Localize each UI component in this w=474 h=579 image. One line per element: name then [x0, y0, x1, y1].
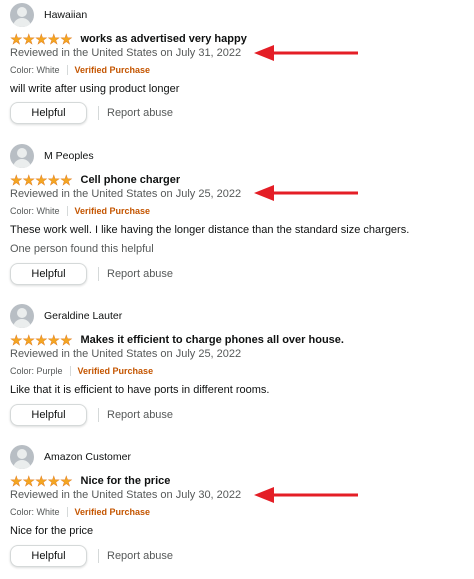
star-icon: ★: [10, 473, 23, 489]
divider: [98, 548, 99, 563]
divider: [98, 266, 99, 281]
reviewer-name: Amazon Customer: [44, 451, 131, 463]
product-variant[interactable]: Color: White: [10, 206, 60, 216]
star-rating[interactable]: ★ ★ ★ ★ ★: [10, 333, 73, 347]
star-icon: ★: [35, 332, 48, 348]
review-title[interactable]: works as advertised very happy: [81, 33, 247, 45]
avatar-icon: [10, 445, 34, 469]
product-variant[interactable]: Color: Purple: [10, 366, 63, 376]
report-abuse-link[interactable]: Report abuse: [107, 409, 173, 421]
star-icon: ★: [47, 332, 61, 348]
star-icon: ★: [35, 473, 48, 489]
review-title[interactable]: Cell phone charger: [81, 174, 181, 186]
avatar-icon: [10, 3, 34, 27]
star-rating[interactable]: ★ ★ ★ ★ ★: [10, 173, 73, 187]
avatar-icon: [10, 304, 34, 328]
divider: [69, 366, 71, 376]
verified-purchase-badge: Verified Purchase: [74, 65, 151, 75]
star-icon: ★: [22, 31, 36, 47]
review-date: Reviewed in the United States on July 30…: [10, 489, 242, 501]
review-title[interactable]: Nice for the price: [81, 475, 171, 487]
star-icon: ★: [60, 332, 73, 348]
star-icon: ★: [47, 473, 61, 489]
star-icon: ★: [10, 332, 23, 348]
review-text: Like that it is efficient to have ports …: [10, 384, 270, 396]
helpful-button[interactable]: Helpful: [10, 262, 87, 285]
review-text: Nice for the price: [10, 525, 94, 537]
star-icon: ★: [22, 332, 36, 348]
star-icon: ★: [47, 172, 61, 188]
reviewer-profile[interactable]: Geraldine Lauter: [10, 304, 122, 328]
reviewer-name: Hawaiian: [44, 9, 88, 21]
reviewer-profile[interactable]: Hawaiian: [10, 3, 87, 27]
divider: [66, 206, 68, 216]
report-abuse-link[interactable]: Report abuse: [107, 550, 173, 562]
review-text: These work well. I like having the longe…: [10, 224, 410, 236]
star-icon: ★: [35, 31, 48, 47]
red-arrow-icon: [254, 185, 358, 201]
star-icon: ★: [60, 31, 73, 47]
helpful-count: One person found this helpful: [10, 243, 154, 255]
star-icon: ★: [60, 172, 73, 188]
star-icon: ★: [22, 473, 36, 489]
star-icon: ★: [10, 172, 23, 188]
report-abuse-link[interactable]: Report abuse: [107, 268, 173, 280]
star-icon: ★: [60, 473, 73, 489]
product-variant[interactable]: Color: White: [10, 507, 60, 517]
reviewer-name: M Peoples: [44, 150, 94, 162]
star-icon: ★: [10, 31, 23, 47]
star-icon: ★: [47, 31, 61, 47]
product-variant[interactable]: Color: White: [10, 65, 60, 75]
helpful-button[interactable]: Helpful: [10, 544, 87, 567]
verified-purchase-badge: Verified Purchase: [74, 206, 151, 216]
helpful-button[interactable]: Helpful: [10, 101, 87, 124]
reviewer-profile[interactable]: M Peoples: [10, 144, 94, 168]
review-date: Reviewed in the United States on July 25…: [10, 348, 242, 360]
star-icon: ★: [35, 172, 48, 188]
divider: [66, 65, 68, 75]
report-abuse-link[interactable]: Report abuse: [107, 107, 173, 119]
avatar-icon: [10, 144, 34, 168]
star-rating[interactable]: ★ ★ ★ ★ ★: [10, 32, 73, 46]
reviewer-profile[interactable]: Amazon Customer: [10, 445, 131, 469]
red-arrow-icon: [254, 45, 358, 61]
red-arrow-icon: [254, 487, 358, 503]
divider: [66, 507, 68, 517]
star-icon: ★: [22, 172, 36, 188]
verified-purchase-badge: Verified Purchase: [77, 366, 154, 376]
review-text: will write after using product longer: [10, 83, 180, 95]
reviewer-name: Geraldine Lauter: [44, 310, 123, 322]
review-date: Reviewed in the United States on July 25…: [10, 188, 242, 200]
helpful-button[interactable]: Helpful: [10, 403, 87, 426]
review-title[interactable]: Makes it efficient to charge phones all …: [81, 334, 344, 346]
review-date: Reviewed in the United States on July 31…: [10, 47, 242, 59]
divider: [98, 407, 99, 422]
divider: [98, 105, 99, 120]
star-rating[interactable]: ★ ★ ★ ★ ★: [10, 474, 73, 488]
verified-purchase-badge: Verified Purchase: [74, 507, 151, 517]
